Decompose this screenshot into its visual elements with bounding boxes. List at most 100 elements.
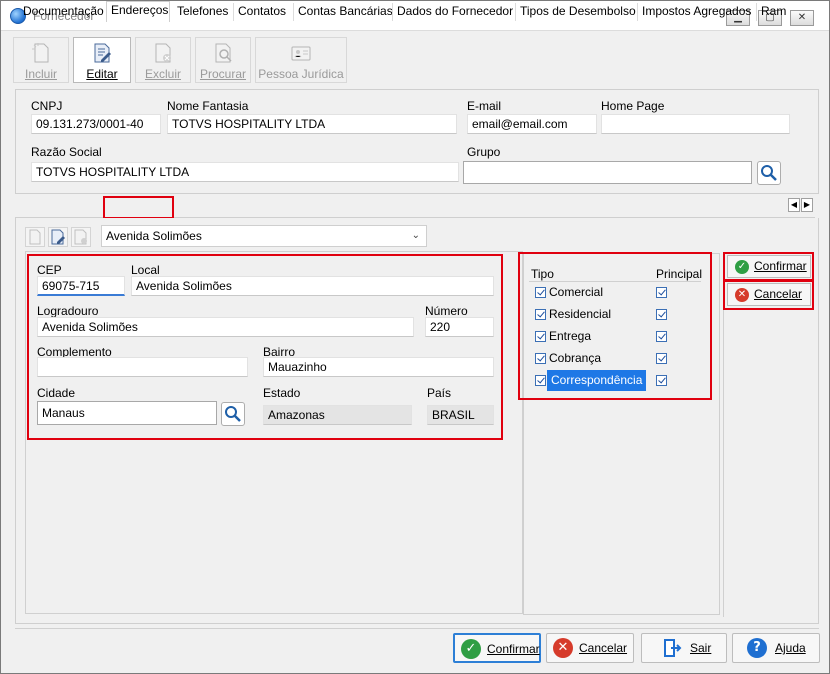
new-address-button[interactable] xyxy=(25,227,45,247)
ajuda-button[interactable]: ? Ajuda xyxy=(732,633,820,663)
tipo-checkbox[interactable] xyxy=(535,375,546,386)
edit-document-icon xyxy=(94,43,111,63)
tipo-checkbox[interactable] xyxy=(535,353,546,364)
grupo-label: Grupo xyxy=(467,145,501,159)
numero-field[interactable]: 220 xyxy=(425,317,494,337)
delete-document-icon xyxy=(74,229,87,245)
edit-document-icon xyxy=(51,229,65,245)
principal-checkbox[interactable] xyxy=(656,287,667,298)
home-page-label: Home Page xyxy=(601,99,665,113)
tipo-header: Tipo xyxy=(531,267,554,281)
search-icon xyxy=(225,406,241,422)
tab-ramo[interactable]: Ram xyxy=(756,3,786,21)
pais-field: BRASIL xyxy=(427,405,494,425)
complemento-field[interactable] xyxy=(37,357,248,377)
exit-door-icon xyxy=(664,639,682,657)
delete-address-button[interactable] xyxy=(71,227,91,247)
tab-impostos-agregados[interactable]: Impostos Agregados xyxy=(637,3,751,21)
search-icon xyxy=(761,165,777,181)
razao-social-label: Razão Social xyxy=(31,145,102,159)
logradouro-label: Logradouro xyxy=(37,304,99,318)
cnpj-field[interactable]: 09.131.273/0001-40 xyxy=(31,114,161,134)
new-document-icon xyxy=(29,229,41,245)
cnpj-label: CNPJ xyxy=(31,99,63,113)
address-selector-value: Avenida Solimões xyxy=(106,229,202,243)
address-selector[interactable]: Avenida Solimões ⌄ xyxy=(101,225,427,247)
tab-telefones[interactable]: Telefones xyxy=(173,3,228,21)
tab-documentacao[interactable]: Documentação xyxy=(19,3,104,21)
excluir-button[interactable]: Excluir xyxy=(135,37,191,83)
cancelar-label: Cancelar xyxy=(579,641,628,655)
tipo-row-cobranca[interactable]: Cobrança xyxy=(529,348,651,369)
cancelar-button[interactable]: ✕ Cancelar xyxy=(546,633,634,663)
grupo-search-button[interactable] xyxy=(757,161,781,185)
procurar-button[interactable]: Procurar xyxy=(195,37,251,83)
cidade-label: Cidade xyxy=(37,386,76,400)
principal-checkbox[interactable] xyxy=(656,309,667,320)
tab-contatos[interactable]: Contatos xyxy=(233,3,286,21)
footer-separator xyxy=(15,628,819,629)
logradouro-field[interactable]: Avenida Solimões xyxy=(37,317,414,337)
tipo-checkbox[interactable] xyxy=(535,331,546,342)
tipo-label: Entrega xyxy=(549,329,592,343)
principal-checkbox[interactable] xyxy=(656,331,667,342)
cidade-search-button[interactable] xyxy=(221,402,245,426)
email-label: E-mail xyxy=(467,99,502,113)
tab-scroll-right-button[interactable]: ▶ xyxy=(801,198,813,212)
search-document-icon xyxy=(215,43,232,63)
tab-highlight-box xyxy=(103,196,174,219)
home-page-field[interactable] xyxy=(601,114,790,134)
tipo-label: Cobrança xyxy=(549,351,602,365)
tab-contas-bancarias[interactable]: Contas Bancárias xyxy=(293,3,393,21)
sair-label: Sair xyxy=(690,641,712,655)
edit-address-button[interactable] xyxy=(48,227,68,247)
id-card-icon xyxy=(291,46,311,61)
razao-social-field[interactable]: TOTVS HOSPITALITY LTDA xyxy=(31,162,459,182)
tipo-row-correspondencia[interactable]: Correspondência xyxy=(529,370,651,391)
procurar-label: Procurar xyxy=(199,67,246,81)
tipo-label: Residencial xyxy=(549,307,612,321)
editar-label: Editar xyxy=(86,67,118,81)
tab-dados-do-fornecedor[interactable]: Dados do Fornecedor xyxy=(392,3,513,21)
tipo-row-residencial[interactable]: Residencial xyxy=(529,304,651,325)
pessoa-juridica-button[interactable]: Pessoa Jurídica xyxy=(255,37,347,83)
chevron-down-icon: ⌄ xyxy=(411,230,420,241)
new-document-icon xyxy=(32,43,49,63)
ajuda-label: Ajuda xyxy=(775,641,806,655)
editar-button[interactable]: Editar xyxy=(73,37,131,83)
confirmar-button[interactable]: ✓ Confirmar xyxy=(453,633,541,663)
pessoa-juridica-label: Pessoa Jurídica xyxy=(258,67,344,81)
tab-enderecos[interactable]: Endereços xyxy=(106,1,170,22)
principal-header: Principal xyxy=(656,267,703,281)
numero-label: Número xyxy=(425,304,468,318)
confirmar-highlight-box xyxy=(723,252,814,281)
help-icon: ? xyxy=(747,638,767,658)
principal-checkbox[interactable] xyxy=(656,375,667,386)
incluir-button[interactable]: Incluir xyxy=(13,37,69,83)
tipo-label: Correspondência xyxy=(547,370,647,391)
tipo-checkbox[interactable] xyxy=(535,287,546,298)
bairro-field[interactable]: Mauazinho xyxy=(263,357,494,377)
tab-scroll-left-button[interactable]: ◀ xyxy=(788,198,800,212)
delete-document-icon xyxy=(155,43,171,63)
principal-checkbox[interactable] xyxy=(656,353,667,364)
cidade-field[interactable]: Manaus xyxy=(37,401,217,425)
grupo-field[interactable] xyxy=(463,161,752,184)
estado-field: Amazonas xyxy=(263,405,412,425)
tipo-row-comercial[interactable]: Comercial xyxy=(529,282,651,303)
tipo-checkbox[interactable] xyxy=(535,309,546,320)
close-button[interactable]: ✕ xyxy=(790,10,814,26)
tipo-row-entrega[interactable]: Entrega xyxy=(529,326,651,347)
incluir-label: Incluir xyxy=(24,67,57,81)
email-field[interactable]: email@email.com xyxy=(467,114,597,134)
sair-button[interactable]: Sair xyxy=(641,633,727,663)
excluir-label: Excluir xyxy=(144,67,181,81)
cep-field[interactable]: 69075-715 xyxy=(37,276,125,296)
tab-tipos-de-desembolso[interactable]: Tipos de Desembolso xyxy=(515,3,636,21)
estado-label: Estado xyxy=(263,386,301,400)
fornecedor-window: Fornecedor ▁ ▢ ✕ Incluir Editar Excluir … xyxy=(0,0,830,674)
local-field[interactable]: Avenida Solimões xyxy=(131,276,494,296)
tipo-label: Comercial xyxy=(549,285,604,299)
nome-fantasia-field[interactable]: TOTVS HOSPITALITY LTDA xyxy=(167,114,457,134)
cep-label: CEP xyxy=(37,263,62,277)
